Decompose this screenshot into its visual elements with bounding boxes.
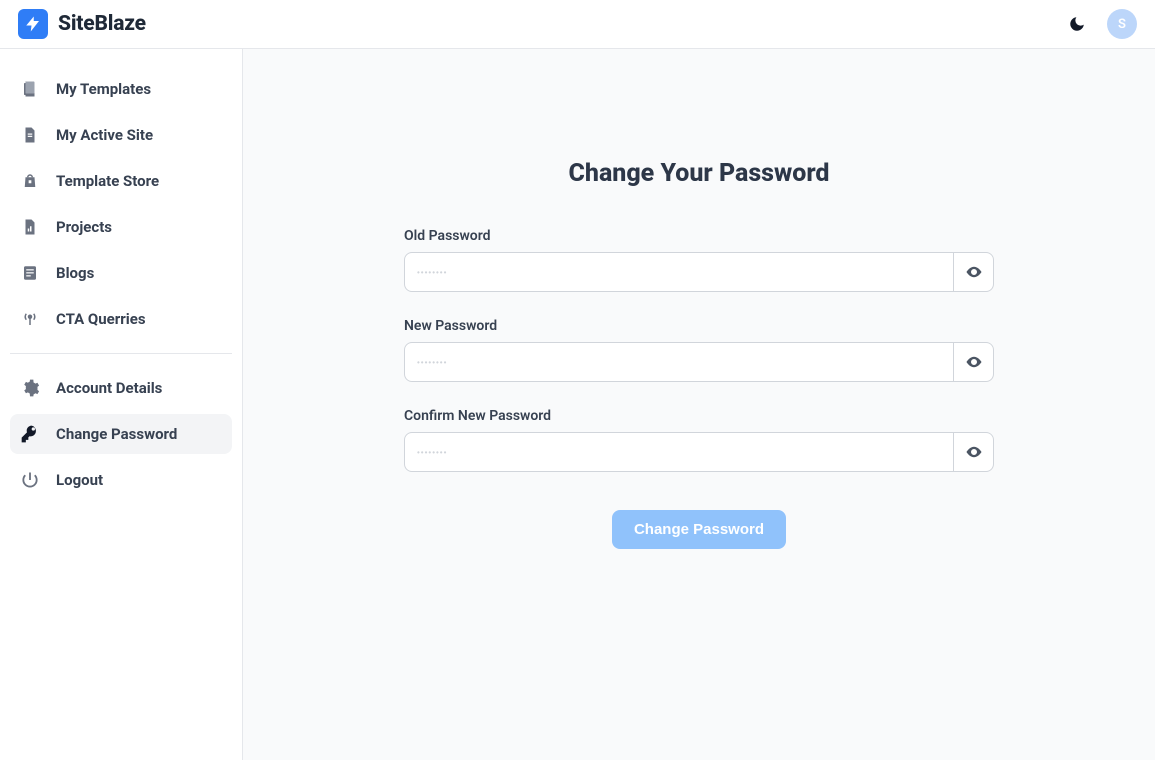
sidebar-item-label: Blogs [56, 264, 94, 282]
old-password-visibility-toggle[interactable] [954, 252, 994, 292]
store-icon [20, 171, 40, 191]
chart-file-icon [20, 217, 40, 237]
sidebar-item-blogs[interactable]: Blogs [10, 253, 232, 293]
confirm-password-input[interactable] [404, 432, 954, 472]
sidebar-item-logout[interactable]: Logout [10, 460, 232, 500]
old-password-input-row [404, 252, 994, 292]
new-password-visibility-toggle[interactable] [954, 342, 994, 382]
broadcast-icon [20, 309, 40, 329]
change-password-button[interactable]: Change Password [612, 510, 786, 549]
main-content: Change Your Password Old Password New Pa… [243, 49, 1155, 760]
old-password-label: Old Password [404, 228, 994, 244]
sidebar-item-label: Template Store [56, 172, 159, 190]
user-avatar[interactable]: S [1107, 9, 1137, 39]
confirm-password-label: Confirm New Password [404, 408, 994, 424]
eye-icon [965, 263, 983, 281]
page-title: Change Your Password [569, 159, 830, 188]
confirm-password-visibility-toggle[interactable] [954, 432, 994, 472]
change-password-form: Old Password New Password [404, 228, 994, 549]
new-password-field: New Password [404, 318, 994, 382]
sidebar-item-label: Account Details [56, 379, 162, 397]
sidebar-item-projects[interactable]: Projects [10, 207, 232, 247]
theme-toggle-button[interactable] [1067, 14, 1087, 34]
file-icon [20, 125, 40, 145]
templates-icon [20, 79, 40, 99]
new-password-input[interactable] [404, 342, 954, 382]
app-header: SiteBlaze S [0, 0, 1155, 49]
new-password-input-row [404, 342, 994, 382]
brand-title: SiteBlaze [58, 12, 146, 36]
confirm-password-input-row [404, 432, 994, 472]
sidebar-item-cta-queries[interactable]: CTA Querries [10, 299, 232, 339]
sidebar-item-label: My Templates [56, 80, 151, 98]
sidebar-item-label: My Active Site [56, 126, 153, 144]
sidebar-primary-group: My Templates My Active Site Template Sto… [10, 69, 232, 339]
sidebar-divider [10, 353, 232, 354]
submit-row: Change Password [404, 510, 994, 549]
power-icon [20, 470, 40, 490]
eye-icon [965, 353, 983, 371]
sidebar-item-my-active-site[interactable]: My Active Site [10, 115, 232, 155]
sidebar-item-label: Projects [56, 218, 112, 236]
old-password-input[interactable] [404, 252, 954, 292]
moon-icon [1068, 15, 1086, 33]
sidebar-item-account-details[interactable]: Account Details [10, 368, 232, 408]
brand-logo-icon [18, 9, 48, 39]
old-password-field: Old Password [404, 228, 994, 292]
sidebar-item-my-templates[interactable]: My Templates [10, 69, 232, 109]
gear-icon [20, 378, 40, 398]
key-icon [20, 424, 40, 444]
new-password-label: New Password [404, 318, 994, 334]
brand[interactable]: SiteBlaze [18, 9, 146, 39]
sidebar: My Templates My Active Site Template Sto… [0, 49, 243, 760]
sidebar-secondary-group: Account Details Change Password Logout [10, 368, 232, 500]
header-actions: S [1067, 9, 1137, 39]
sidebar-item-change-password[interactable]: Change Password [10, 414, 232, 454]
confirm-password-field: Confirm New Password [404, 408, 994, 472]
blog-icon [20, 263, 40, 283]
sidebar-item-template-store[interactable]: Template Store [10, 161, 232, 201]
eye-icon [965, 443, 983, 461]
sidebar-item-label: Change Password [56, 425, 177, 443]
avatar-initial: S [1118, 17, 1126, 32]
sidebar-item-label: CTA Querries [56, 310, 146, 328]
sidebar-item-label: Logout [56, 471, 103, 489]
